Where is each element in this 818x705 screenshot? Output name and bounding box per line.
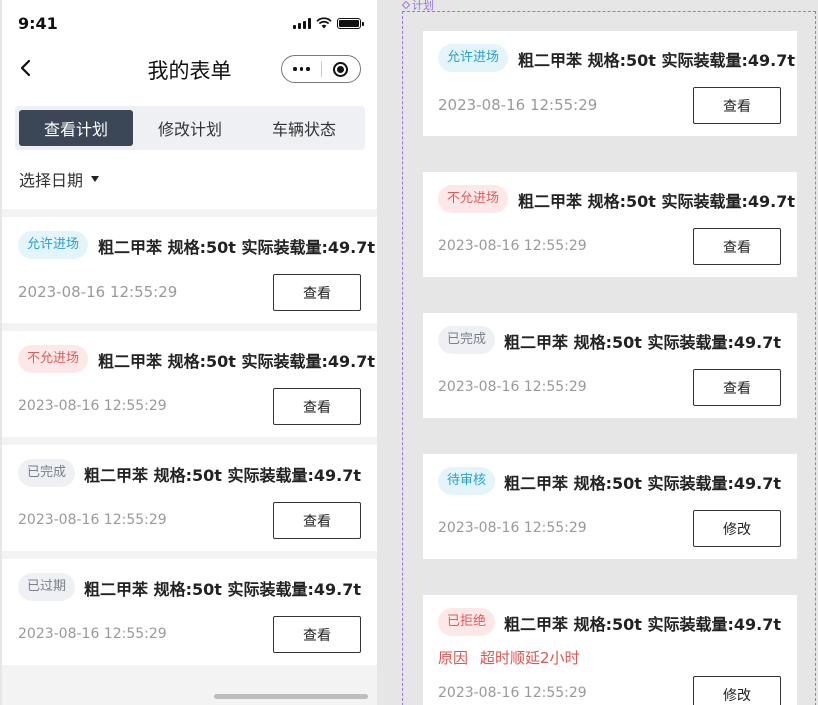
tab-view-plan[interactable]: 查看计划 xyxy=(19,110,133,146)
date-filter-label: 选择日期 xyxy=(19,171,84,190)
caret-down-icon xyxy=(91,176,100,182)
item-title: 粗二甲苯 规格:50t 实际装载量:49.7t xyxy=(84,466,361,485)
view-button[interactable]: 查看 xyxy=(273,274,361,311)
view-button[interactable]: 查看 xyxy=(273,616,361,653)
reason-text: 超时顺延2小时 xyxy=(480,649,580,667)
battery-icon xyxy=(337,17,364,29)
status-icons xyxy=(293,17,364,29)
edit-button[interactable]: 修改 xyxy=(693,676,781,705)
item-date: 2023-08-16 12:55:29 xyxy=(438,685,587,701)
item-title: 粗二甲苯 规格:50t 实际装载量:49.7t xyxy=(504,615,781,634)
item-title: 粗二甲苯 规格:50t 实际装载量:49.7t xyxy=(518,192,795,211)
component-card: 不允进场 粗二甲苯 规格:50t 实际装载量:49.7t 2023-08-16 … xyxy=(423,172,797,277)
component-diamond-icon xyxy=(401,0,411,10)
status-badge: 允许进场 xyxy=(18,231,89,259)
item-date: 2023-08-16 12:55:29 xyxy=(18,283,178,301)
edit-button[interactable]: 修改 xyxy=(693,510,781,547)
list-item: 已过期 粗二甲苯 规格:50t 实际装载量:49.7t 2023-08-16 1… xyxy=(2,559,377,665)
status-badge: 已完成 xyxy=(438,326,496,354)
status-badge: 不允进场 xyxy=(18,345,89,373)
item-title: 粗二甲苯 规格:50t 实际装载量:49.7t xyxy=(504,333,781,352)
status-badge: 待审核 xyxy=(438,467,496,495)
list-item: 不允进场 粗二甲苯 规格:50t 实际装载量:49.7t 2023-08-16 … xyxy=(2,331,377,437)
tab-edit-plan[interactable]: 修改计划 xyxy=(133,110,247,146)
list-item: 已完成 粗二甲苯 规格:50t 实际装载量:49.7t 2023-08-16 1… xyxy=(2,445,377,551)
component-card: 允许进场 粗二甲苯 规格:50t 实际装载量:49.7t 2023-08-16 … xyxy=(423,31,797,136)
view-button[interactable]: 查看 xyxy=(273,388,361,425)
component-card: 已完成 粗二甲苯 规格:50t 实际装载量:49.7t 2023-08-16 1… xyxy=(423,313,797,418)
item-date: 2023-08-16 12:55:29 xyxy=(438,96,598,114)
item-date: 2023-08-16 12:55:29 xyxy=(438,379,587,395)
phone-screen: 9:41 我的表单 查看计划 修改计划 车辆状态 选择日期 允许进场 粗二甲苯 … xyxy=(2,0,377,705)
component-card: 已拒绝 粗二甲苯 规格:50t 实际装载量:49.7t 原因 超时顺延2小时 20… xyxy=(423,595,797,705)
item-date: 2023-08-16 12:55:29 xyxy=(438,238,587,254)
home-indicator xyxy=(214,694,368,699)
reason-label: 原因 xyxy=(438,649,469,667)
item-date: 2023-08-16 12:55:29 xyxy=(18,512,167,528)
view-button[interactable]: 查看 xyxy=(693,87,781,124)
tab-bar: 查看计划 修改计划 车辆状态 xyxy=(15,106,365,150)
status-time: 9:41 xyxy=(18,14,58,33)
item-date: 2023-08-16 12:55:29 xyxy=(438,520,587,536)
close-target-icon[interactable] xyxy=(322,61,360,77)
status-badge: 允许进场 xyxy=(438,44,509,72)
component-card: 待审核 粗二甲苯 规格:50t 实际装载量:49.7t 2023-08-16 1… xyxy=(423,454,797,559)
item-title: 粗二甲苯 规格:50t 实际装载量:49.7t xyxy=(84,580,361,599)
item-title: 粗二甲苯 规格:50t 实际装载量:49.7t xyxy=(504,474,781,493)
view-button[interactable]: 查看 xyxy=(273,502,361,539)
tab-vehicle-status[interactable]: 车辆状态 xyxy=(247,110,361,146)
view-button[interactable]: 查看 xyxy=(693,228,781,265)
status-badge: 不允进场 xyxy=(438,185,509,213)
item-title: 粗二甲苯 规格:50t 实际装载量:49.7t xyxy=(98,352,375,371)
reject-reason: 原因 超时顺延2小时 xyxy=(438,647,580,668)
signal-icon xyxy=(293,17,311,29)
item-date: 2023-08-16 12:55:29 xyxy=(18,398,167,414)
list-item: 允许进场 粗二甲苯 规格:50t 实际装载量:49.7t 2023-08-16 … xyxy=(2,217,377,323)
status-badge: 已过期 xyxy=(18,573,76,601)
status-badge: 已完成 xyxy=(18,459,76,487)
mini-program-capsule xyxy=(281,55,361,83)
item-title: 粗二甲苯 规格:50t 实际装载量:49.7t xyxy=(518,51,795,70)
item-date: 2023-08-16 12:55:29 xyxy=(18,626,167,642)
more-dots-icon[interactable] xyxy=(282,67,321,71)
status-badge: 已拒绝 xyxy=(438,608,496,636)
date-filter[interactable]: 选择日期 xyxy=(19,167,100,191)
wifi-icon xyxy=(316,17,332,29)
item-title: 粗二甲苯 规格:50t 实际装载量:49.7t xyxy=(98,238,375,257)
view-button[interactable]: 查看 xyxy=(693,369,781,406)
header-area: 9:41 我的表单 查看计划 修改计划 车辆状态 选择日期 xyxy=(2,0,377,209)
